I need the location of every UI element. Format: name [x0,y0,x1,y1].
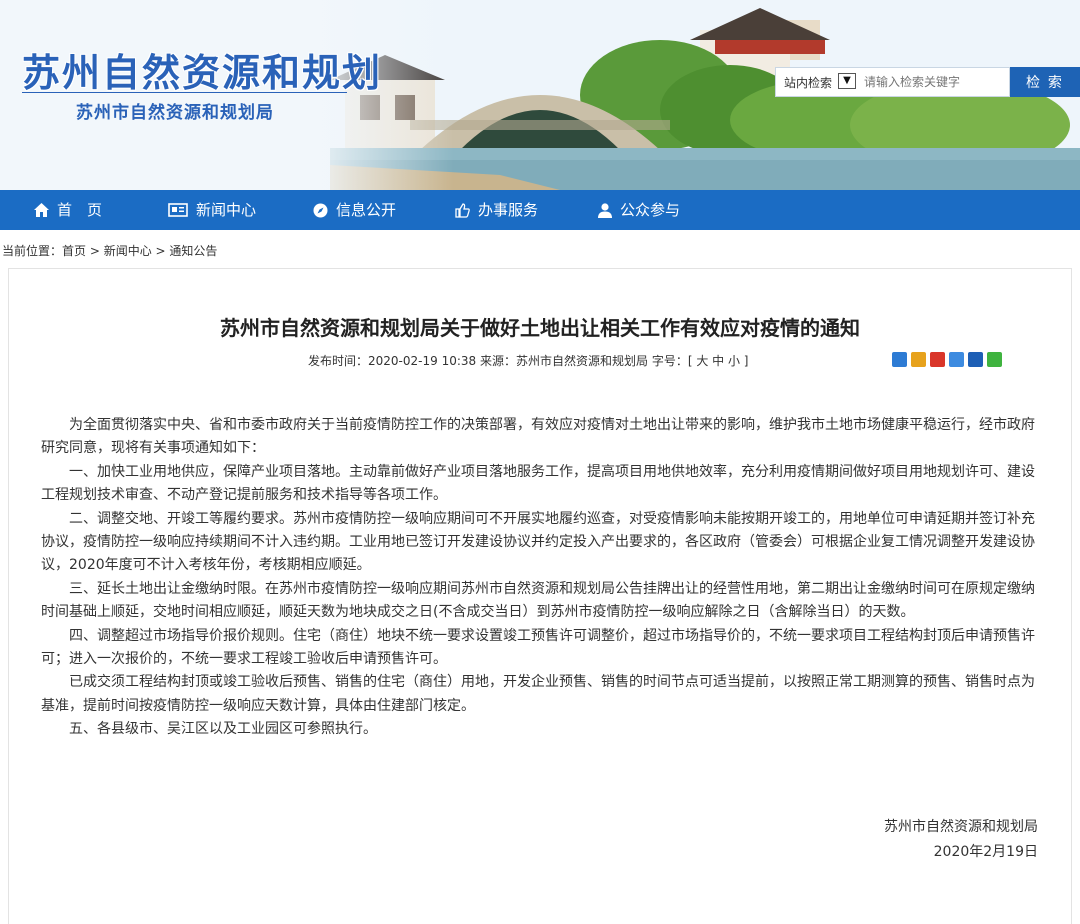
title-divider [22,92,347,93]
paragraph: 三、延长土地出让金缴纳时限。在苏州市疫情防控一级响应期间苏州市自然资源和规划局公… [41,580,1035,621]
article-body: 为全面贯彻落实中央、省和市委市政府关于当前疫情防控工作的决策部署，有效应对疫情对… [41,414,1041,742]
share-qzone-icon[interactable] [911,352,926,367]
user-icon [598,202,612,218]
main-nav: 首 页 新闻中心 信息公开 办事服务 公众参与 [0,190,1080,230]
nav-item-label: 办事服务 [478,201,539,219]
nav-item-services[interactable]: 办事服务 [455,190,538,230]
publish-time: 2020-02-19 10:38 [368,354,477,368]
font-size-switcher[interactable]: [ 大 中 小 ] [688,354,749,368]
nav-item-label: 新闻中心 [196,201,257,219]
paragraph: 为全面贯彻落实中央、省和市委市政府关于当前疫情防控工作的决策部署，有效应对疫情对… [41,417,1035,457]
nav-item-public-participation[interactable]: 公众参与 [598,190,680,230]
nav-item-home[interactable]: 首 页 [34,190,102,230]
nav-item-info-disclosure[interactable]: 信息公开 [313,190,396,230]
nav-item-news[interactable]: 新闻中心 [168,190,256,230]
paragraph: 五、各县级市、吴江区以及工业园区可参照执行。 [69,721,377,738]
share-wechat-icon[interactable] [987,352,1002,367]
share-weibo-icon[interactable] [930,352,945,367]
paragraph: 四、调整超过市场指导价报价规则。住宅（商住）地块不统一要求设置竣工预售许可调整价… [41,627,1035,668]
share-qq-icon[interactable] [949,352,964,367]
article-title: 苏州市自然资源和规划局关于做好土地出让相关工作有效应对疫情的通知 [220,316,860,340]
site-subtitle: 苏州市自然资源和规划局 [76,103,274,123]
publish-label: 发布时间： [308,354,369,368]
chevron-down-icon[interactable]: ▼ [838,73,856,89]
breadcrumb-prefix: 当前位置： [2,244,63,258]
nav-item-label: 公众参与 [620,201,681,219]
search-button[interactable]: 检 索 [1010,67,1080,97]
search-box: 站内检索 ▼ [775,67,1010,97]
breadcrumb-news[interactable]: 新闻中心 [104,244,152,258]
newspaper-icon [168,203,188,217]
breadcrumb-separator: > [86,244,104,258]
signature: 苏州市自然资源和规划局 2020年2月19日 [884,815,1038,865]
paragraph: 已成交须工程结构封顶或竣工验收后预售、销售的住宅（商住）用地，开发企业预售、销售… [41,674,1035,714]
nav-item-label: 首 页 [57,201,103,219]
share-bar [892,352,1002,367]
search-input[interactable] [864,72,1004,92]
paragraph: 二、调整交地、开竣工等履约要求。苏州市疫情防控一级响应期间可不开展实地履约巡查，… [41,510,1035,574]
font-size-label: 字号： [651,354,688,368]
signature-date: 2020年2月19日 [933,844,1038,860]
share-plus-icon[interactable] [892,352,907,367]
thumbs-up-icon [455,202,470,218]
share-renren-icon[interactable] [968,352,983,367]
nav-item-label: 信息公开 [336,201,397,219]
signature-org: 苏州市自然资源和规划局 [884,819,1038,835]
home-icon [34,203,49,217]
source-label: 来源： [479,354,516,368]
source-value: 苏州市自然资源和规划局 [516,354,649,368]
article-meta: 发布时间：2020-02-19 10:38 来源：苏州市自然资源和规划局 字号：… [308,352,748,369]
site-title: 苏州自然资源和规划 [22,51,383,95]
breadcrumb: 当前位置：首页 > 新闻中心 > 通知公告 [0,236,1080,266]
breadcrumb-separator: > [151,244,170,258]
compass-icon [313,203,328,217]
breadcrumb-notices[interactable]: 通知公告 [169,244,217,258]
search-scope-label[interactable]: 站内检索 [784,74,832,91]
breadcrumb-home[interactable]: 首页 [62,244,86,258]
paragraph: 一、加快工业用地供应，保障产业项目落地。主动靠前做好产业项目落地服务工作，提高项… [41,463,1035,504]
